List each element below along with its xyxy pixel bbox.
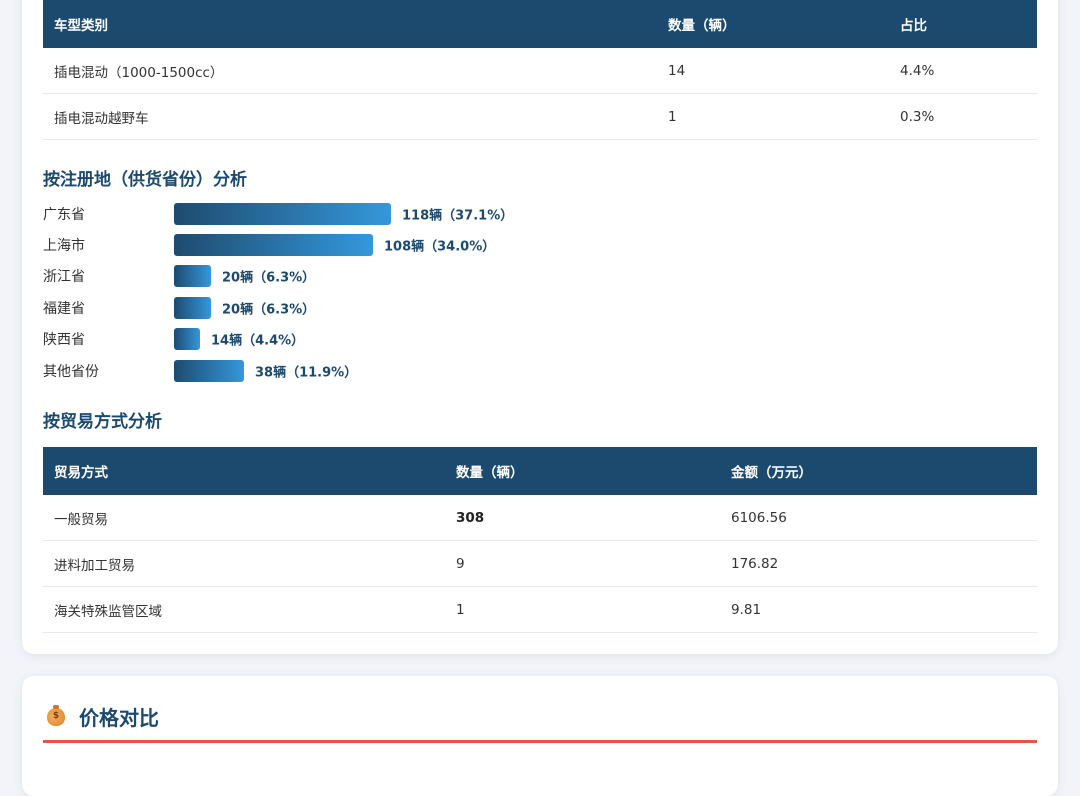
table-cell: 插电混动越野车	[43, 93, 657, 140]
province-bar	[174, 296, 211, 319]
province-label: 陕西省	[43, 332, 85, 349]
province-bar-track: 20辆（6.3%）	[174, 265, 954, 288]
table-cell: 一般贸易	[43, 495, 445, 541]
province-bar	[174, 234, 373, 257]
table-cell: 4.4%	[889, 48, 1037, 94]
title-underline	[43, 740, 1037, 743]
table-cell: 海关特殊监管区域	[43, 586, 445, 633]
province-label: 其他省份	[43, 363, 99, 380]
price-section-title: 价格对比	[79, 706, 159, 730]
table-row: 海关特殊监管区域 1 9.81	[43, 586, 1037, 633]
trade-method-table: 贸易方式 数量（辆） 金额（万元） 一般贸易 308 6106.56 进料加工贸…	[43, 447, 1037, 633]
column-header: 数量（辆）	[657, 0, 889, 48]
province-bar	[174, 328, 200, 351]
table-cell: 插电混动（1000-1500cc）	[43, 48, 657, 94]
table-cell: 176.82	[720, 540, 1037, 587]
province-bar-row: 广东省 118辆（37.1%）	[43, 198, 1037, 229]
province-section-title: 按注册地（供货省份）分析	[43, 170, 247, 190]
province-value-label: 14辆（4.4%）	[211, 333, 305, 349]
price-section-header: $ 价格对比	[47, 702, 159, 731]
analysis-card: 车型类别 数量（辆） 占比 插电混动（1000-1500cc） 14 4.4% …	[22, 0, 1058, 654]
vehicle-type-table: 车型类别 数量（辆） 占比 插电混动（1000-1500cc） 14 4.4% …	[43, 0, 1037, 140]
table-cell: 1	[445, 586, 720, 633]
province-value-label: 118辆（37.1%）	[402, 208, 514, 224]
table-cell: 308	[445, 495, 720, 541]
province-bar-track: 108辆（34.0%）	[174, 234, 954, 257]
province-label: 福建省	[43, 300, 85, 317]
table-row: 一般贸易 308 6106.56	[43, 495, 1037, 541]
province-value-label: 20辆（6.3%）	[222, 302, 316, 318]
province-bar-row: 其他省份 38辆（11.9%）	[43, 355, 1037, 386]
table-row: 插电混动（1000-1500cc） 14 4.4%	[43, 48, 1037, 94]
column-header: 数量（辆）	[445, 447, 720, 495]
price-comparison-card: $ 价格对比	[22, 676, 1058, 796]
province-value-label: 108辆（34.0%）	[384, 239, 496, 255]
column-header: 金额（万元）	[720, 447, 1037, 495]
province-label: 上海市	[43, 238, 85, 255]
table-cell: 9	[445, 540, 720, 587]
province-bar-track: 118辆（37.1%）	[174, 202, 954, 225]
province-label: 浙江省	[43, 269, 85, 286]
column-header: 贸易方式	[43, 447, 445, 495]
province-bar	[174, 265, 211, 288]
province-bar	[174, 202, 391, 225]
money-bag-icon: $	[47, 704, 65, 726]
province-bar-row: 浙江省 20辆（6.3%）	[43, 261, 1037, 292]
province-bar-row: 陕西省 14辆（4.4%）	[43, 324, 1037, 355]
province-bar	[174, 359, 244, 382]
table-cell: 9.81	[720, 586, 1037, 633]
province-bar-list: 广东省 118辆（37.1%） 上海市 108辆（34.0%） 浙江省 20辆（6.3%）…	[43, 198, 1037, 386]
table-cell: 进料加工贸易	[43, 540, 445, 587]
province-label: 广东省	[43, 206, 85, 223]
table-row: 进料加工贸易 9 176.82	[43, 540, 1037, 587]
province-bar-row: 上海市 108辆（34.0%）	[43, 229, 1037, 260]
province-bar-row: 福建省 20辆（6.3%）	[43, 292, 1037, 323]
province-value-label: 20辆（6.3%）	[222, 270, 316, 286]
table-cell: 6106.56	[720, 495, 1037, 541]
trade-section-title: 按贸易方式分析	[43, 412, 162, 432]
column-header: 占比	[889, 0, 1037, 48]
column-header: 车型类别	[43, 0, 657, 48]
province-bar-track: 14辆（4.4%）	[174, 328, 954, 351]
table-header-row: 车型类别 数量（辆） 占比	[43, 0, 1037, 48]
province-bar-track: 38辆（11.9%）	[174, 359, 954, 382]
province-value-label: 38辆（11.9%）	[255, 365, 358, 381]
table-cell: 1	[657, 93, 889, 140]
table-header-row: 贸易方式 数量（辆） 金额（万元）	[43, 447, 1037, 495]
table-cell: 0.3%	[889, 93, 1037, 140]
table-row: 插电混动越野车 1 0.3%	[43, 93, 1037, 140]
table-cell: 14	[657, 48, 889, 94]
province-bar-track: 20辆（6.3%）	[174, 296, 954, 319]
